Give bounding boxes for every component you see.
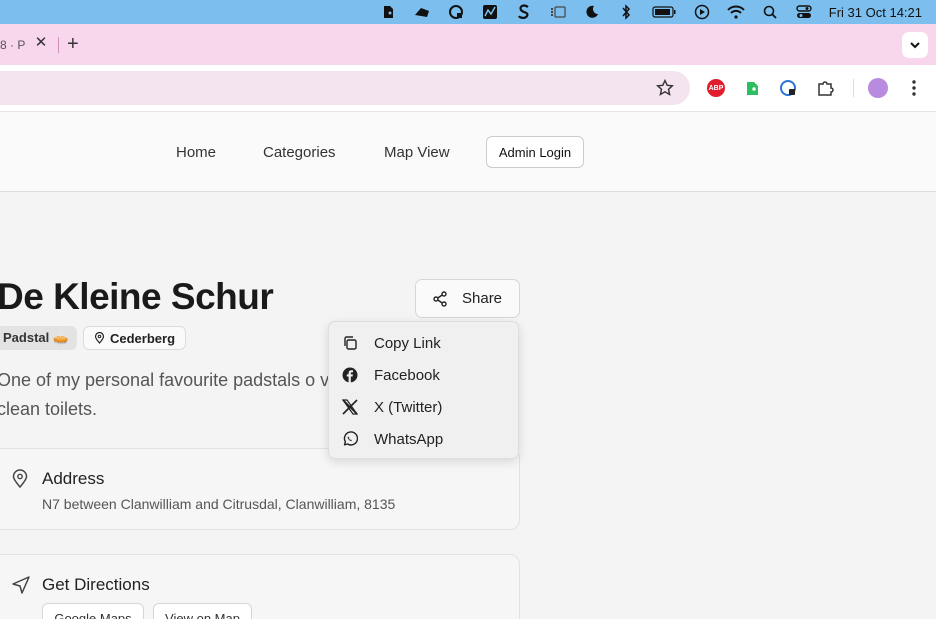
evernote-icon[interactable]	[379, 4, 397, 20]
toolbar-separator	[853, 79, 854, 97]
copy-icon	[341, 334, 359, 352]
directions-title: Get Directions	[42, 575, 150, 594]
category-badge[interactable]: Padstal 🥧	[0, 326, 78, 350]
nav-map-view-link[interactable]: Map View	[384, 144, 450, 161]
tab-title[interactable]: 8 · P	[0, 38, 25, 52]
share-x-twitter-label: X (Twitter)	[374, 398, 443, 416]
category-badge-label: Padstal 🥧	[3, 330, 70, 345]
bluetooth-icon[interactable]	[617, 4, 635, 20]
share-button-label: Share	[462, 290, 503, 307]
profile-avatar-icon[interactable]	[867, 77, 889, 99]
spotlight-search-icon[interactable]	[761, 4, 779, 20]
cloud-icon[interactable]	[413, 4, 431, 20]
share-whatsapp-item[interactable]: WhatsApp	[329, 423, 518, 455]
share-facebook-item[interactable]: Facebook	[329, 359, 518, 391]
play-icon[interactable]	[693, 4, 711, 20]
menu-dots-icon[interactable]	[903, 77, 925, 99]
site-header: Home Categories Map View Admin Login	[0, 112, 936, 192]
adblock-icon[interactable]: ABP	[705, 77, 727, 99]
browser-tab-strip: 8 · P ✕ +	[0, 24, 936, 65]
share-copy-link-item[interactable]: Copy Link	[329, 327, 518, 359]
wifi-icon[interactable]	[727, 4, 745, 20]
stage-manager-icon[interactable]	[549, 4, 567, 20]
x-twitter-icon	[341, 398, 359, 416]
map-pin-icon	[11, 469, 31, 489]
tab-separator	[58, 37, 59, 53]
chevron-down-icon	[910, 41, 920, 48]
navigation-arrow-icon	[11, 575, 31, 595]
vpn-icon[interactable]	[447, 4, 465, 20]
evernote-extension-icon[interactable]	[741, 77, 763, 99]
macos-menu-bar: Fri 31 Oct 14:21	[0, 0, 936, 24]
browser-toolbar: ABP	[0, 65, 936, 112]
address-title: Address	[42, 469, 105, 488]
password-extension-icon[interactable]	[777, 77, 799, 99]
s-app-icon[interactable]	[515, 4, 533, 20]
address-text: N7 between Clanwilliam and Citrusdal, Cl…	[42, 496, 396, 512]
map-pin-icon	[94, 332, 105, 344]
share-menu: Copy Link Facebook X (Twitter) WhatsApp	[328, 321, 519, 459]
google-maps-button[interactable]: Google Maps	[42, 603, 144, 619]
facebook-icon	[341, 366, 359, 384]
activity-monitor-icon[interactable]	[481, 4, 499, 20]
share-copy-link-label: Copy Link	[374, 334, 441, 352]
focus-moon-icon[interactable]	[583, 4, 601, 20]
share-whatsapp-label: WhatsApp	[374, 430, 444, 448]
directions-card: Get Directions Google Maps View on Map	[0, 554, 520, 619]
menu-bar-clock[interactable]: Fri 31 Oct 14:21	[829, 5, 922, 20]
location-badge[interactable]: Cederberg	[83, 326, 187, 350]
listing-description: One of my personal favourite padstals o …	[0, 370, 355, 419]
whatsapp-icon	[341, 430, 359, 448]
avatar	[868, 78, 888, 98]
tab-close-icon[interactable]: ✕	[34, 35, 48, 50]
page-title: De Kleine Schur	[0, 276, 274, 317]
location-badge-label: Cederberg	[110, 330, 176, 346]
battery-icon[interactable]	[651, 4, 677, 20]
view-on-map-button[interactable]: View on Map	[153, 603, 252, 619]
extensions-icon[interactable]	[814, 77, 836, 99]
nav-categories-link[interactable]: Categories	[263, 144, 336, 161]
share-x-twitter-item[interactable]: X (Twitter)	[329, 391, 518, 423]
share-facebook-label: Facebook	[374, 366, 440, 384]
star-icon[interactable]	[655, 78, 675, 97]
address-bar[interactable]	[0, 71, 690, 105]
tab-search-button[interactable]	[902, 32, 928, 58]
share-button[interactable]: Share	[415, 279, 520, 318]
adblock-badge: ABP	[707, 79, 725, 97]
nav-home-link[interactable]: Home	[176, 144, 216, 161]
control-center-icon[interactable]	[795, 4, 813, 20]
new-tab-button[interactable]: +	[67, 33, 79, 56]
share-icon	[433, 290, 447, 307]
address-card: Address N7 between Clanwilliam and Citru…	[0, 448, 520, 530]
admin-login-button[interactable]: Admin Login	[486, 136, 584, 168]
